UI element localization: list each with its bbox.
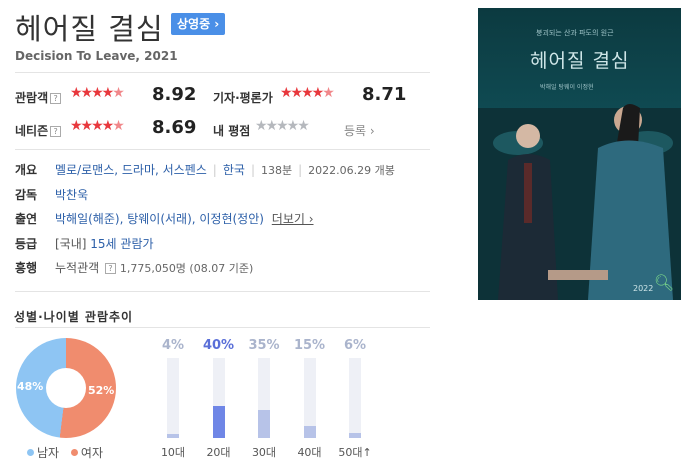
divider: [15, 291, 430, 292]
female-percent: 52%: [88, 384, 115, 397]
age-bar-track-3: [303, 358, 316, 438]
age-label-0: 10대: [160, 446, 186, 459]
cast-label: 출연: [15, 212, 38, 226]
netizen-score: 8.69: [152, 117, 197, 138]
divider: [15, 327, 430, 328]
movie-poster[interactable]: 붕괴되는 산과 파도의 원근 헤어질 결심 박해일 탕웨이 이정현 2022 🔍…: [478, 8, 681, 300]
movie-subtitle: Decision To Leave, 2021: [15, 49, 178, 63]
age-bar-4: [349, 433, 361, 438]
audience-rating-label: 관람객?: [15, 89, 62, 106]
runtime: 138분: [260, 164, 293, 177]
age-label-1: 20대: [206, 446, 231, 459]
critic-rating-label: 기자·평론가: [213, 91, 273, 105]
age-bar-track-2: [258, 358, 270, 438]
box-office-row: 누적관객 ? 1,775,050명 (08.07 기준): [55, 259, 253, 276]
female-dot: [70, 449, 78, 456]
age-bar-track-0: [167, 358, 179, 438]
grade-row: [국내] 15세 관람가: [55, 235, 154, 252]
pie-hole: [46, 368, 86, 408]
my-rating-label: 내 평점: [213, 124, 251, 138]
poster-title: 헤어질 결심: [530, 50, 630, 72]
help-icon[interactable]: ?: [50, 126, 62, 137]
age-percent-3: 15%: [293, 338, 326, 353]
poster-tagline: 붕괴되는 산과 파도의 원근: [536, 29, 614, 37]
age-percent-1: 40%: [202, 338, 235, 353]
male-percent: 48%: [17, 380, 44, 393]
divider: [15, 149, 430, 150]
age-bar-3: [303, 426, 316, 438]
age-percent-4: 6%: [343, 338, 367, 353]
age-label-4: 50대↑: [338, 446, 372, 459]
rating-enroll-link[interactable]: 등록 ›: [344, 122, 375, 139]
male-dot: [27, 449, 34, 456]
age-bar-2: [258, 410, 270, 438]
grade-region: [국내]: [55, 237, 87, 251]
grade-label: 등급: [15, 237, 38, 251]
cast-links[interactable]: 박해일(해준), 탕웨이(서래), 이정현(정안): [55, 212, 264, 226]
age-bar-track-4: [349, 358, 361, 438]
more-cast-link[interactable]: 더보기 ›: [272, 212, 314, 226]
cumulative-audience: 1,775,050명 (08.07 기준): [119, 262, 254, 275]
genre-link[interactable]: 멜로/로맨스, 드라마, 서스펜스: [55, 163, 207, 177]
poster-cast: 박해일 탕웨이 이정현: [540, 84, 594, 91]
age-bar-0: [167, 434, 179, 438]
age-percent-2: 35%: [248, 338, 280, 353]
country-link[interactable]: 한국: [223, 163, 245, 177]
divider: [15, 72, 430, 73]
director-label: 감독: [15, 188, 38, 202]
help-icon[interactable]: ?: [50, 93, 62, 104]
help-icon[interactable]: ?: [105, 263, 116, 274]
grade-link[interactable]: 15세 관람가: [90, 237, 153, 251]
trend-title: 성별·나이별 관람추이: [14, 310, 134, 324]
legend: 남자 여자: [27, 444, 103, 461]
netizen-rating-label: 네티즌?: [15, 122, 62, 139]
box-office-label: 흥행: [15, 261, 38, 275]
age-bar-1: [212, 406, 225, 438]
zoom-icon[interactable]: 🔍︎: [653, 272, 675, 294]
age-bar-track-1: [212, 358, 225, 438]
release-date: 2022.06.29 개봉: [308, 164, 395, 177]
cast-row: 박해일(해준), 탕웨이(서래), 이정현(정안) 더보기 ›: [55, 210, 314, 227]
movie-title: 헤어질 결심: [15, 12, 164, 46]
my-rating-stars[interactable]: ★★★★★: [255, 118, 310, 134]
director-link[interactable]: 박찬욱: [55, 186, 88, 203]
male-label: 남자: [37, 446, 60, 460]
female-label: 여자: [80, 446, 104, 460]
audience-stars: ★★★★★: [70, 85, 125, 101]
overview-row: 멜로/로맨스, 드라마, 서스펜스 | 한국 | 138분 | 2022.06.29 개봉: [55, 163, 395, 177]
poster-year: 2022: [633, 284, 654, 293]
age-label-3: 40대: [297, 446, 322, 459]
cumulative-label: 누적관객: [55, 261, 100, 275]
age-label-2: 30대: [251, 446, 277, 459]
critic-score: 8.71: [362, 84, 407, 105]
critic-stars: ★★★★★: [280, 85, 335, 101]
age-percent-0: 4%: [161, 338, 185, 353]
overview-label: 개요: [15, 163, 38, 177]
netizen-stars: ★★★★★: [70, 118, 125, 134]
audience-score: 8.92: [152, 84, 197, 105]
status-badge[interactable]: 상영중 ›: [171, 13, 226, 35]
